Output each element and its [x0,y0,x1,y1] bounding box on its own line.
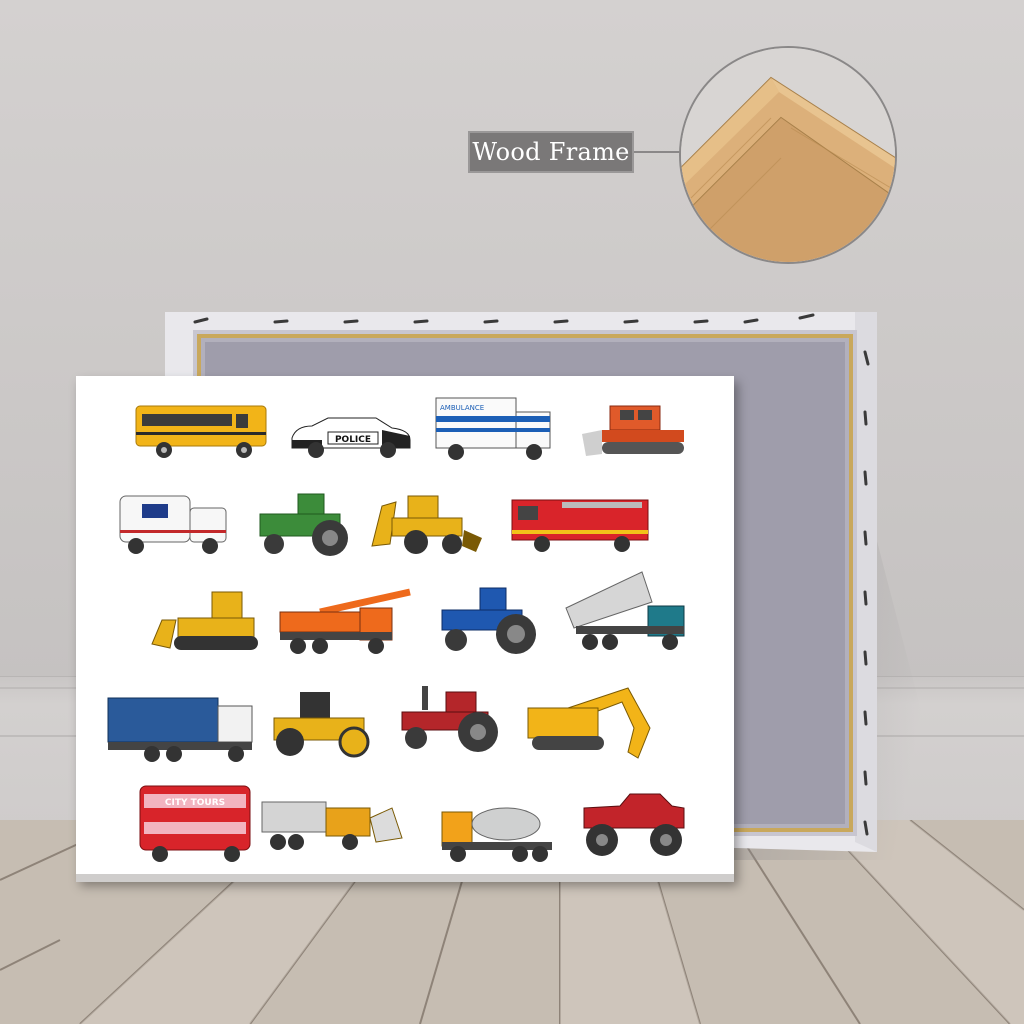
garbage-truck [107,697,253,762]
bulldozer [151,591,258,650]
monster-truck [583,793,685,856]
snowcat [582,405,684,456]
police-text: POLICE [335,435,371,445]
blue-tractor [441,587,536,654]
cement-mixer [441,807,552,862]
city-tours-text: CITY TOURS [165,798,225,808]
snowplow-truck [261,801,403,850]
red-tractor [401,686,498,752]
crane-truck [279,588,411,654]
road-roller [273,692,370,758]
ambulance-text: AMBULANCE [440,404,484,412]
excavator [527,687,651,759]
label-connector-line [634,151,682,153]
school-bus [135,405,267,458]
green-tractor [259,493,348,556]
fire-truck [511,499,649,552]
wood-frame-label-text: Wood Frame [472,138,630,166]
ambulance: AMBULANCE [435,397,551,460]
canvas-bottom-edge [76,874,734,882]
wood-frame-zoom [679,46,897,264]
dump-truck [565,571,685,650]
wood-frame-label: Wood Frame [468,131,634,173]
backhoe-loader [371,495,482,554]
double-decker-bus: CITY TOURS [139,785,251,862]
mail-truck [119,495,227,554]
police-car: POLICE [291,417,411,458]
canvas-print: POLICE AMBULANCE CITY TOURS [76,376,734,880]
